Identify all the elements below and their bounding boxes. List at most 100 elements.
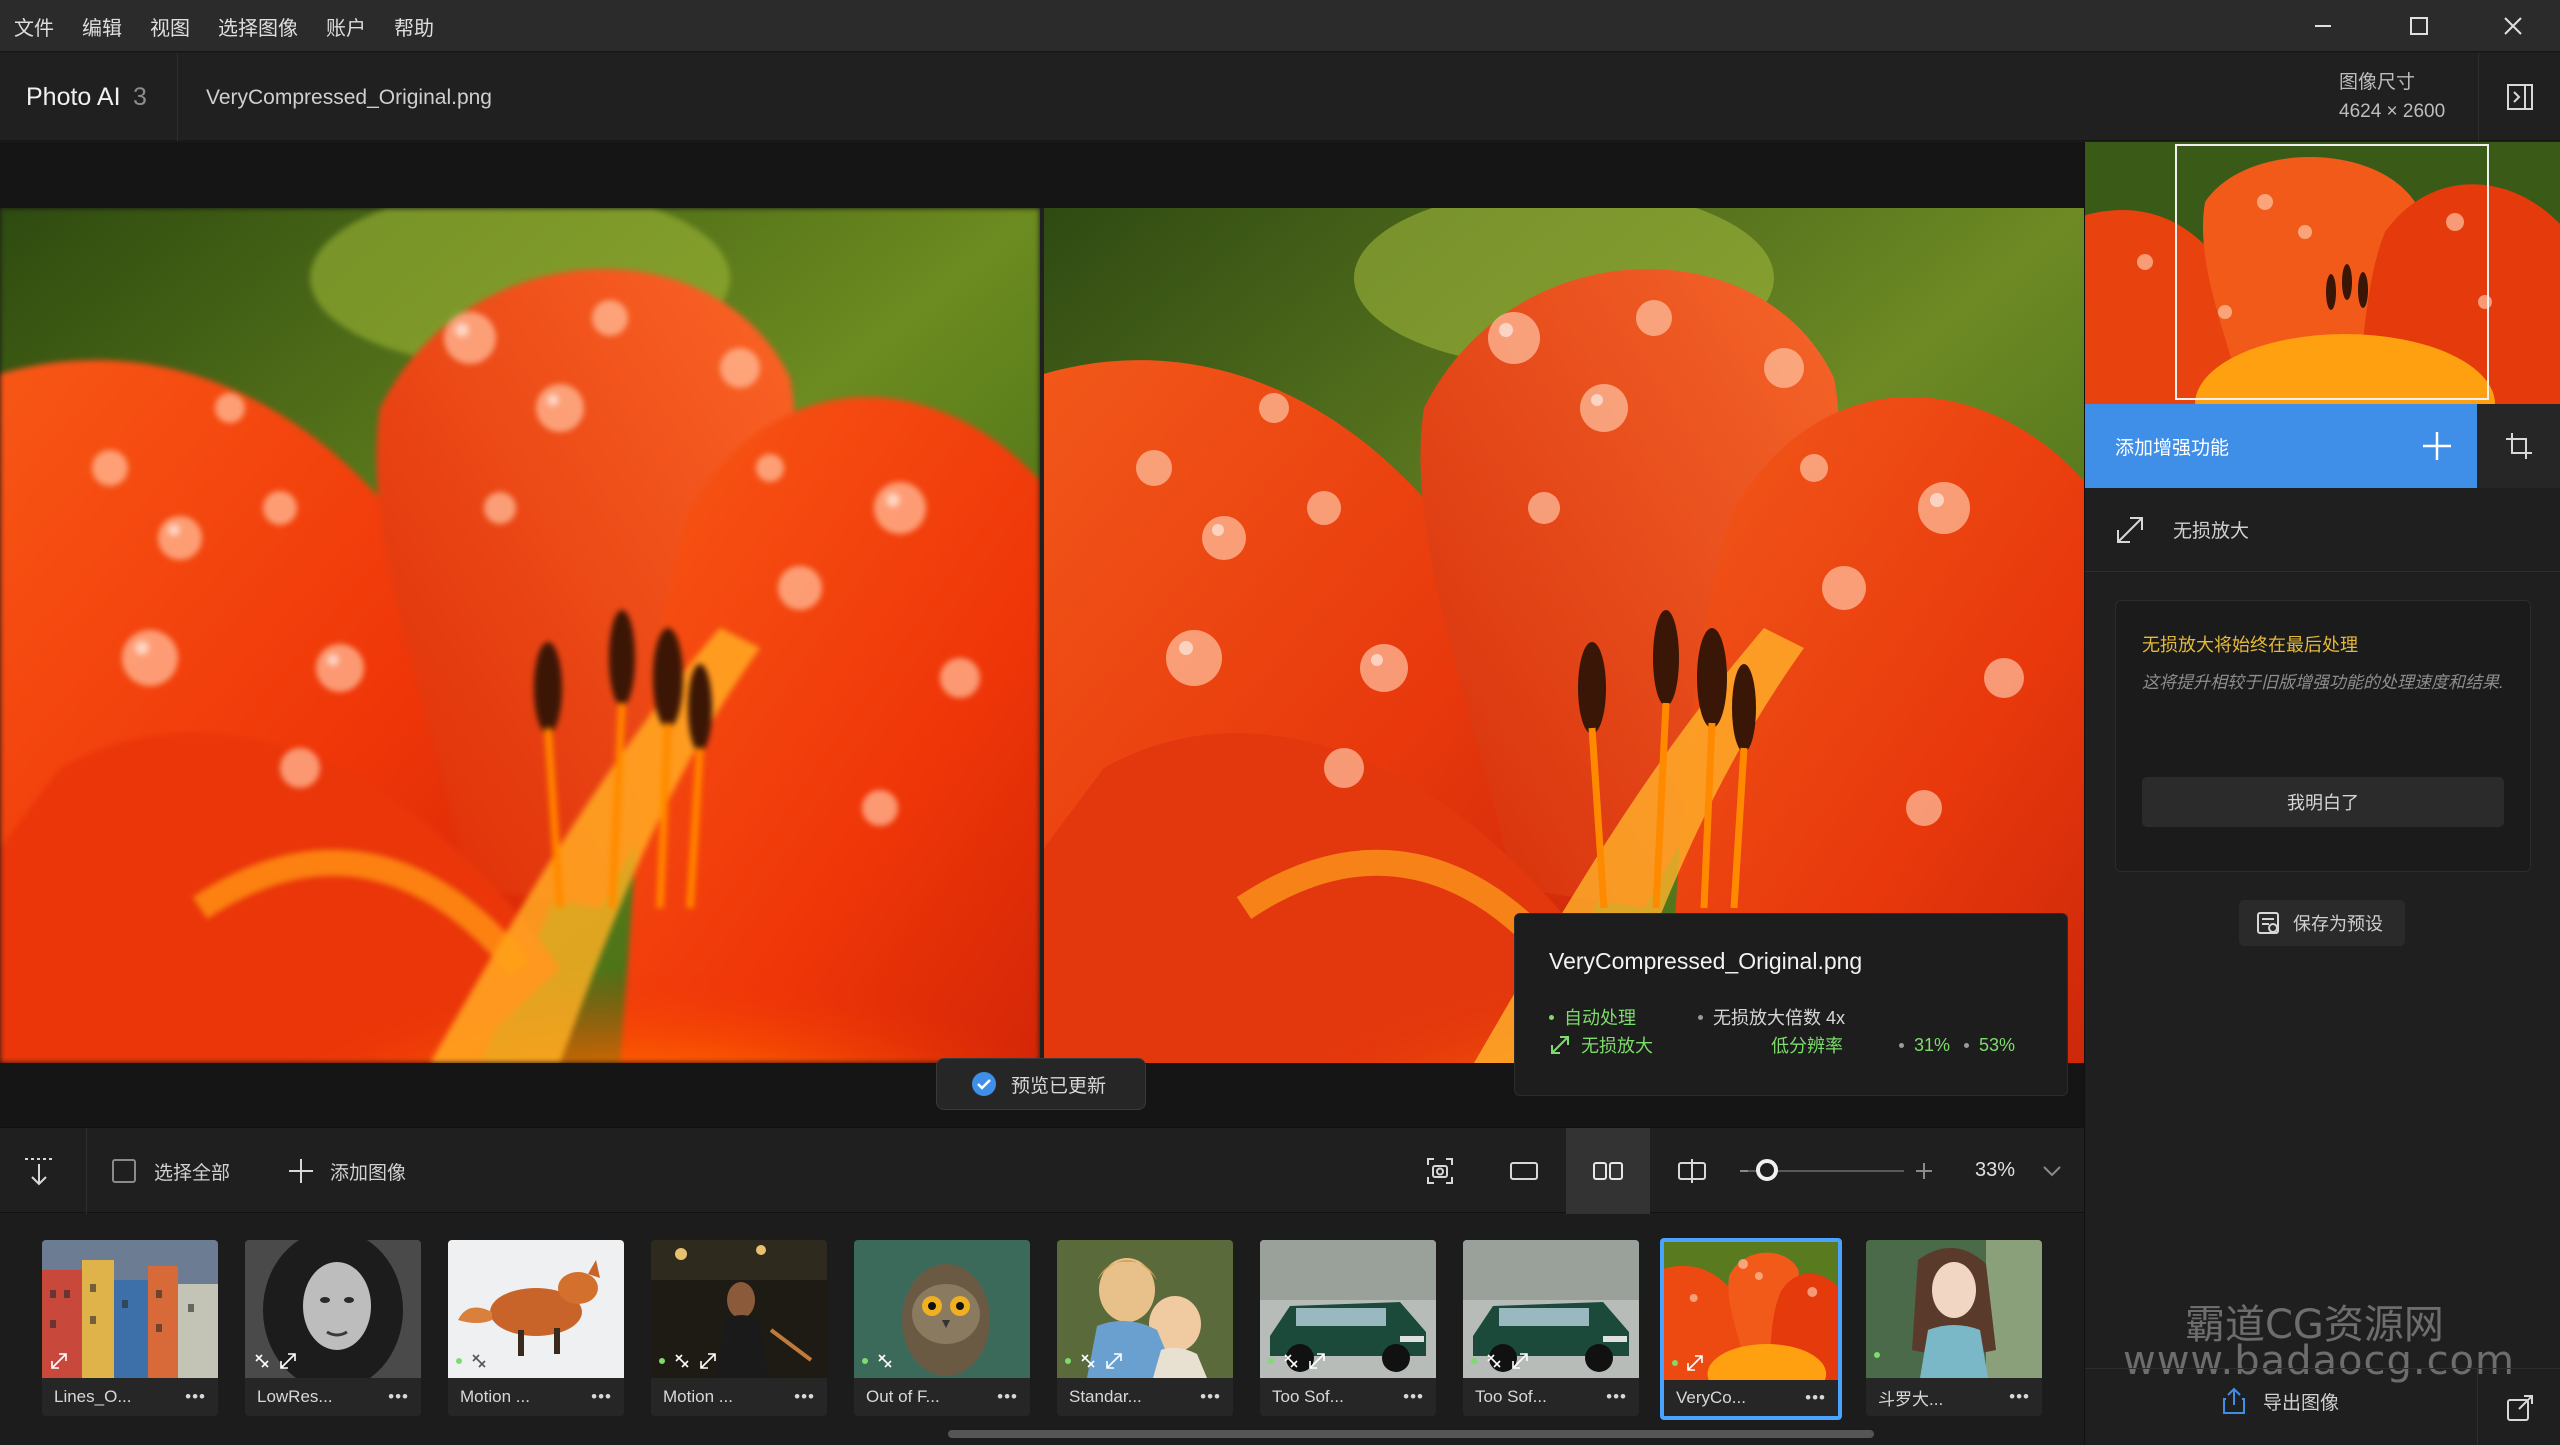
thumbnail-badges — [50, 1352, 68, 1370]
status-dot — [1065, 1358, 1071, 1364]
more-options-button[interactable]: ••• — [388, 1387, 409, 1407]
thumbnail-item[interactable]: Too Sof... ••• — [1463, 1240, 1639, 1416]
close-button[interactable] — [2466, 0, 2560, 52]
more-options-button[interactable]: ••• — [2009, 1387, 2030, 1407]
denoise-icon — [255, 1354, 269, 1368]
low-res-label: 低分辨率 — [1771, 1036, 1843, 1056]
zoom-in-icon[interactable] — [1914, 1161, 1934, 1181]
notice-title: 无损放大将始终在最后处理 — [2142, 635, 2358, 655]
thumbnail-caption: LowRes... ••• — [245, 1378, 421, 1416]
preview-updated-toast: 预览已更新 — [936, 1058, 1146, 1110]
thumbnail-label: Lines_O... — [54, 1387, 132, 1406]
image-viewer[interactable]: VeryCompressed_Original.png 自动处理 无损放大倍数 … — [0, 142, 2084, 1127]
export-bar: 导出图像 — [2085, 1368, 2560, 1445]
crop-button[interactable] — [2477, 404, 2560, 488]
thumbnail-item[interactable]: LowRes... ••• — [245, 1240, 421, 1416]
enhancement-panel: 添加增强功能 无损放大 无损放大将始终在最后处理 这将提升相较于旧版增强功能的处… — [2084, 142, 2560, 1445]
add-enhancement-button[interactable]: 添加增强功能 — [2085, 404, 2477, 488]
save-preset-button[interactable]: 保存为预设 — [2239, 900, 2405, 946]
panel-toggle-button[interactable] — [2478, 53, 2560, 141]
thumbnail-badges — [1268, 1352, 1326, 1370]
single-view-button[interactable] — [1482, 1128, 1566, 1214]
thumbnail-label: LowRes... — [257, 1387, 333, 1406]
menu-file[interactable]: 文件 — [14, 12, 54, 41]
thumbnail-badges — [1065, 1352, 1123, 1370]
header-divider — [177, 53, 178, 141]
add-image-button[interactable]: 添加图像 — [286, 1128, 406, 1214]
thumbnail-badges — [1874, 1352, 1888, 1358]
preview-toast-text: 预览已更新 — [1011, 1075, 1107, 1097]
export-image-button[interactable]: 导出图像 — [2221, 1387, 2339, 1415]
menu-select-image[interactable]: 选择图像 — [218, 12, 298, 41]
minimize-button[interactable] — [2276, 0, 2370, 52]
select-all-toggle[interactable]: 选择全部 — [112, 1128, 230, 1214]
menu-help[interactable]: 帮助 — [394, 12, 434, 41]
more-options-button[interactable]: ••• — [1200, 1387, 1221, 1407]
app-version: 3 — [133, 83, 147, 111]
viewer-toolbar: 选择全部 添加图像 33% — [0, 1127, 2084, 1214]
thumbnail-item[interactable]: Motion ... ••• — [651, 1240, 827, 1416]
import-button[interactable] — [22, 1128, 56, 1214]
split-view-icon — [1678, 1159, 1706, 1183]
minimize-icon — [2315, 25, 2331, 27]
more-options-button[interactable]: ••• — [185, 1387, 206, 1407]
select-all-checkbox[interactable] — [112, 1159, 136, 1183]
split-view-button[interactable] — [1650, 1128, 1734, 1214]
thumbnail-item[interactable]: Lines_O... ••• — [42, 1240, 218, 1416]
more-options-button[interactable]: ••• — [591, 1387, 612, 1407]
app-name: Photo AI — [26, 83, 121, 111]
more-options-button[interactable]: ••• — [1403, 1387, 1424, 1407]
thumbnail-item[interactable]: 斗罗大... ••• — [1866, 1240, 2042, 1416]
filmstrip-scrollbar[interactable] — [948, 1430, 1874, 1438]
thumbnail-item[interactable]: Too Sof... ••• — [1260, 1240, 1436, 1416]
upscale-notice-card: 无损放大将始终在最后处理 这将提升相较于旧版增强功能的处理速度和结果. 我明白了 — [2115, 600, 2531, 872]
zoom-slider-handle[interactable] — [1755, 1159, 1778, 1181]
screenshot-button[interactable] — [1398, 1128, 1482, 1214]
upscale-factor-label: 无损放大倍数 4x — [1713, 1008, 1846, 1028]
upscale-enhancement-row[interactable]: 无损放大 — [2085, 488, 2560, 572]
percent-two: 53% — [1979, 1034, 2016, 1055]
menu-bar: 文件 编辑 视图 选择图像 账户 帮助 — [0, 0, 2560, 52]
thumbnail-item[interactable]: Motion ... ••• — [448, 1240, 624, 1416]
more-options-button[interactable]: ••• — [794, 1387, 815, 1407]
navigator-viewport[interactable] — [2175, 144, 2489, 400]
more-options-button[interactable]: ••• — [1805, 1388, 1826, 1408]
maximize-button[interactable] — [2372, 0, 2466, 52]
thumbnail-item[interactable]: Standar... ••• — [1057, 1240, 1233, 1416]
side-by-side-view-button[interactable] — [1566, 1128, 1650, 1214]
thumbnail-item-selected[interactable]: VeryCo... ••• — [1660, 1238, 1842, 1420]
navigator-thumbnail[interactable] — [2085, 142, 2560, 404]
status-dot — [659, 1358, 665, 1364]
upscale-icon — [1687, 1355, 1703, 1371]
select-all-label: 选择全部 — [154, 1162, 231, 1184]
menu-list: 文件 编辑 视图 选择图像 账户 帮助 — [14, 0, 462, 52]
got-it-button[interactable]: 我明白了 — [2142, 777, 2504, 827]
thumbnail-badges — [659, 1352, 717, 1370]
chevron-down-icon[interactable] — [2042, 1164, 2062, 1178]
menu-edit[interactable]: 编辑 — [82, 12, 122, 41]
export-settings-button[interactable] — [2477, 1369, 2560, 1445]
more-options-button[interactable]: ••• — [1606, 1387, 1627, 1407]
thumbnail-caption: Motion ... ••• — [448, 1378, 624, 1416]
upscale-icon — [700, 1353, 716, 1369]
toolbar-divider — [86, 1128, 87, 1214]
upscale-row-label: 无损放大 — [2173, 521, 2250, 542]
plus-icon — [2423, 432, 2451, 460]
thumbnail-caption: Too Sof... ••• — [1260, 1378, 1436, 1416]
thumbnail-label: Too Sof... — [1272, 1387, 1344, 1406]
menu-view[interactable]: 视图 — [150, 12, 190, 41]
image-size-label: 图像尺寸 — [2339, 72, 2416, 93]
thumbnail-item[interactable]: Out of F... ••• — [854, 1240, 1030, 1416]
thumbnail-label: VeryCo... — [1676, 1388, 1746, 1407]
status-dot — [1874, 1352, 1880, 1358]
thumbnail-label: Motion ... — [663, 1387, 733, 1406]
original-preview — [0, 208, 1040, 1063]
menu-account[interactable]: 账户 — [326, 12, 366, 41]
side-by-side-icon — [1593, 1162, 1623, 1180]
thumbnail-caption: VeryCo... ••• — [1664, 1380, 1838, 1416]
export-image-label: 导出图像 — [2263, 1392, 2340, 1414]
processing-info-card: VeryCompressed_Original.png 自动处理 无损放大倍数 … — [1514, 913, 2068, 1096]
zoom-level[interactable]: 33% — [1975, 1159, 2015, 1182]
more-options-button[interactable]: ••• — [997, 1387, 1018, 1407]
denoise-icon — [472, 1354, 486, 1368]
